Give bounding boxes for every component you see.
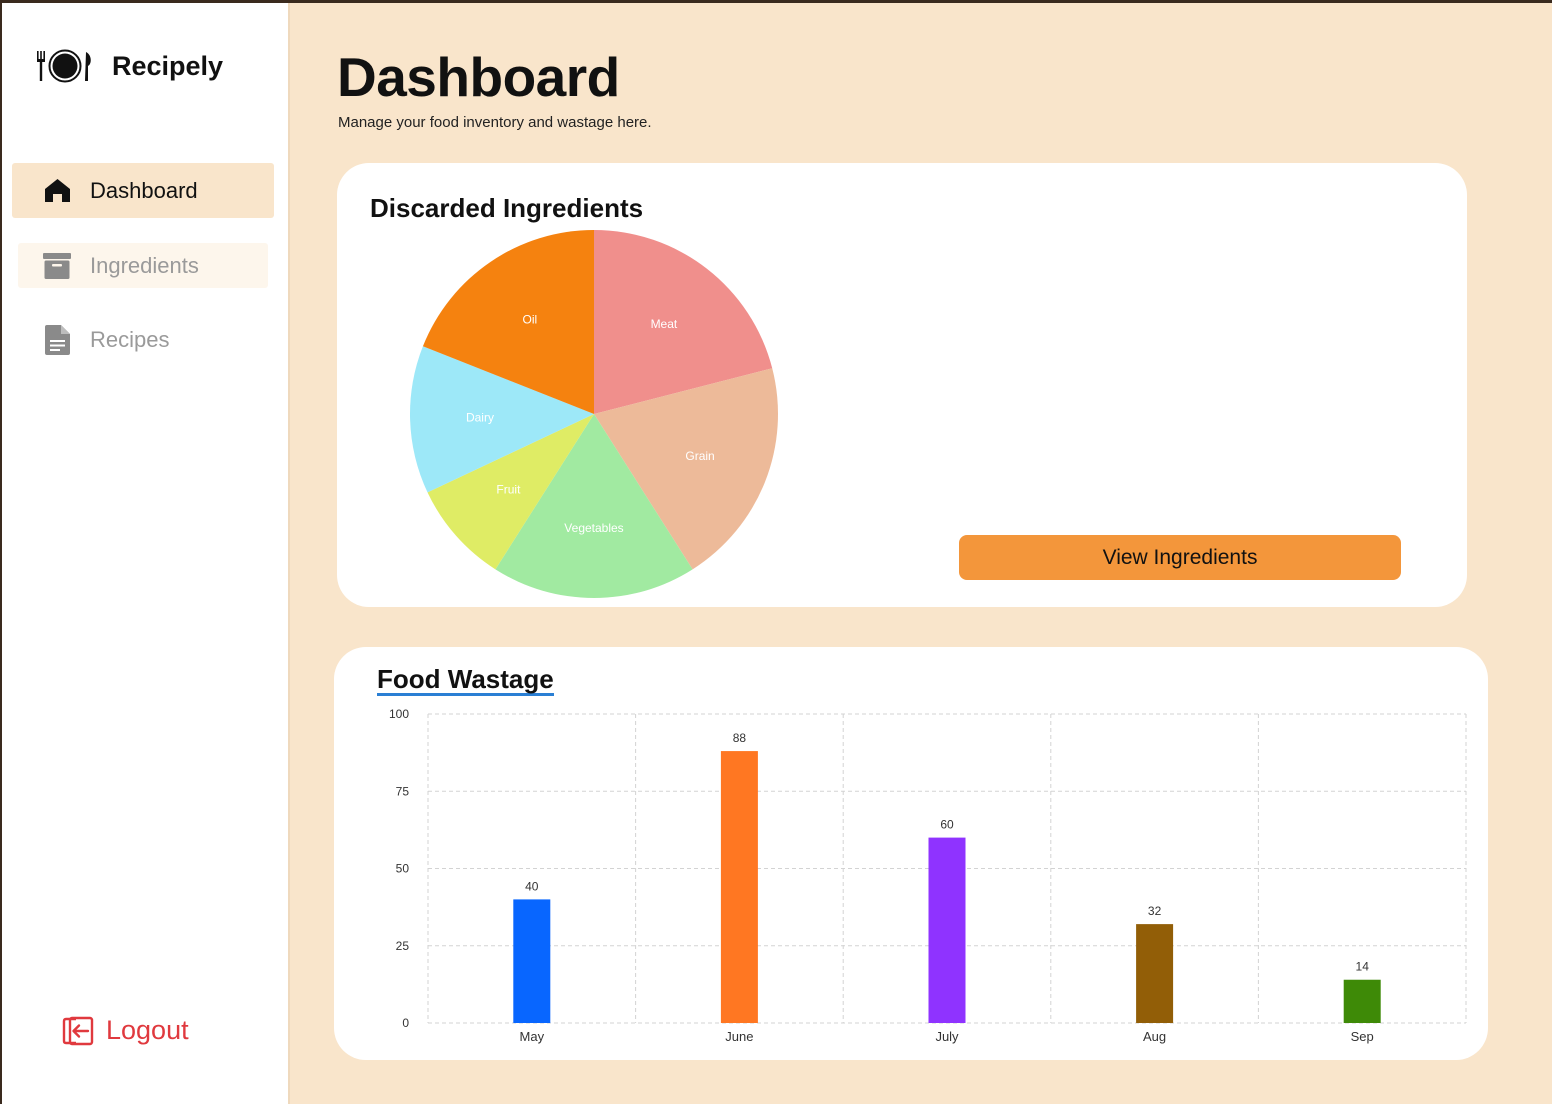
discarded-card-title: Discarded Ingredients [370,193,644,223]
brand[interactable]: Recipely [34,49,223,83]
pie-slice-label: Grain [685,449,714,463]
sidebar-item-ingredients[interactable]: Ingredients [18,243,268,288]
logout-label: Logout [106,1015,189,1045]
y-tick-label: 25 [396,939,410,953]
logout-icon [62,1016,96,1046]
bar-value-label: 32 [1148,904,1162,918]
pie-slice-label: Meat [651,317,678,331]
y-tick-label: 100 [389,707,409,721]
pie-slice-label: Oil [523,313,538,327]
food-wastage-card: 0 25 50 75 100 40 May 88 June 60 July 32 Aug 14 Sep Fo… [334,647,1488,1060]
plate-cutlery-icon [34,49,94,83]
x-tick-label: June [725,1029,753,1044]
archive-box-icon [42,251,72,281]
sidebar-item-label: Dashboard [90,177,198,203]
home-icon [42,176,72,206]
x-tick-label: July [935,1029,959,1044]
page-title: Dashboard [337,46,620,108]
y-tick-label: 0 [402,1016,409,1030]
view-ingredients-button[interactable]: View Ingredients [959,535,1401,580]
pie-slice-label: Vegetables [564,521,623,535]
food-wastage-bar-chart: 0 25 50 75 100 40 May 88 June 60 July 32 Aug 14 Sep [389,707,1467,1044]
food-wastage-title: Food Wastage [377,664,554,696]
sidebar-item-dashboard[interactable]: Dashboard [12,163,274,218]
x-tick-label: May [520,1029,545,1044]
bar-value-label: 14 [1356,960,1370,974]
page-subtitle: Manage your food inventory and wastage h… [338,114,652,131]
x-tick-label: Sep [1351,1029,1374,1044]
y-tick-label: 75 [396,784,410,798]
bar-aug [1136,924,1174,1023]
brand-name: Recipely [112,50,224,81]
bar-sep [1343,979,1381,1023]
document-icon [42,324,72,355]
bar-may [513,899,551,1023]
bar-july [928,837,966,1023]
bar-june [720,751,758,1023]
sidebar-item-label: Recipes [90,326,170,352]
sidebar: Recipely Dashboard Ingredients Recipes L… [2,3,290,1104]
sidebar-item-label: Ingredients [90,252,199,278]
discarded-ingredients-card: Meat Grain Vegetables Fruit Dairy Oil Discard… [337,163,1467,607]
sidebar-item-recipes[interactable]: Recipes [18,317,268,362]
pie-slice-label: Dairy [466,411,494,425]
bar-value-label: 60 [940,818,954,832]
x-tick-label: Aug [1143,1029,1166,1044]
bar-value-label: 88 [733,731,747,745]
logout-button[interactable]: Logout [62,1015,189,1046]
pie-slice-label: Fruit [496,482,521,496]
bar-value-label: 40 [525,879,539,893]
y-tick-label: 50 [396,862,410,876]
